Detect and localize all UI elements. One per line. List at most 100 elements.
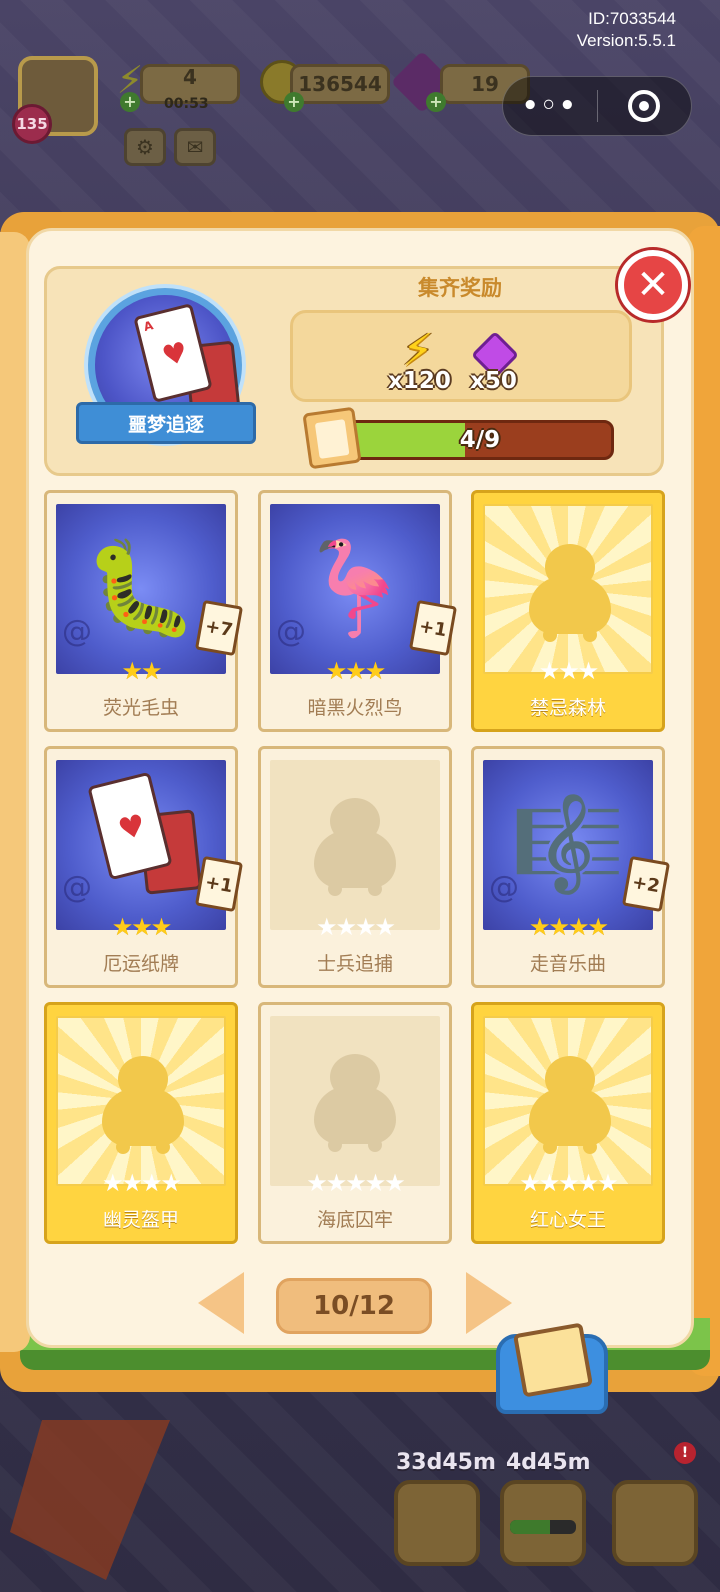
locked-silhouette-icon: [312, 798, 398, 898]
star-icon: ★: [111, 913, 133, 941]
card-name: 厄运纸牌: [102, 953, 179, 975]
card-rank-icon: A: [142, 318, 155, 335]
card-slot[interactable]: @ 🐛 ★★ 荧光毛虫 +7: [44, 490, 244, 732]
silhouette-foot: [368, 882, 382, 896]
locked-silhouette-icon: [100, 1056, 186, 1156]
card-slot[interactable]: ★★★ 禁忌森林: [471, 490, 665, 732]
playing-card-icon: A ♥: [133, 303, 213, 403]
collection-progress-text: 4/9: [459, 427, 501, 453]
card-slot[interactable]: @ 🦩 ★★★ 暗黑火烈鸟 +1: [258, 490, 458, 732]
card-stars: ★★★★★: [474, 1169, 662, 1197]
album-list-button[interactable]: [496, 1322, 608, 1414]
card-art: [56, 1016, 226, 1186]
bottom-scene: 33d45m 4d45m !: [0, 1380, 720, 1592]
user-id-text: ID:7033544: [588, 9, 676, 28]
silhouette-body: [529, 576, 611, 634]
event-timer-2: 4d45m: [506, 1450, 591, 1475]
silhouette-foot: [583, 628, 597, 642]
silhouette-foot: [543, 1140, 557, 1154]
star-icon: ★: [374, 913, 396, 941]
star-icon: ★: [568, 913, 589, 941]
star-icon: ★: [315, 913, 337, 941]
playing-card-icon: ♥: [87, 771, 173, 881]
star-icon: ★: [384, 1169, 405, 1197]
card-stars: ★★★: [261, 657, 449, 685]
page-indicator: 10/12: [276, 1278, 432, 1334]
event-ghost-icon[interactable]: [612, 1480, 698, 1566]
star-icon: ★: [160, 1169, 182, 1197]
silhouette-foot: [543, 628, 557, 642]
card-slot[interactable]: @ ♥ ★★★ 厄运纸牌 +1: [44, 746, 244, 988]
star-icon: ★: [364, 1169, 386, 1197]
card-slot[interactable]: ★★★★★ 红心女王: [471, 1002, 665, 1244]
card-slot[interactable]: ★★★★ 幽灵盔甲: [44, 1002, 238, 1244]
more-dots-icon: •◦•: [521, 91, 578, 121]
settings-gear-icon[interactable]: ⚙: [124, 128, 166, 166]
version-text: Version:5.5.1: [576, 31, 676, 50]
card-name: 禁忌森林: [529, 697, 606, 719]
mail-icon[interactable]: ✉: [174, 128, 216, 166]
card-envelope-icon: [512, 1322, 594, 1398]
card-slot[interactable]: ★★★★★ 海底囚牢: [258, 1002, 452, 1244]
star-icon: ★: [587, 913, 609, 941]
silhouette-foot: [583, 1140, 597, 1154]
coin-counter[interactable]: 136544: [290, 64, 390, 104]
silhouette-foot: [156, 1140, 170, 1154]
add-gems-icon[interactable]: +: [426, 92, 446, 112]
reward-title: 集齐奖励: [418, 276, 502, 300]
silhouette-foot: [328, 1138, 342, 1152]
card-art: [483, 1016, 653, 1186]
card-name: 士兵追捕: [316, 953, 393, 975]
card-name: 海底囚牢: [316, 1209, 393, 1231]
star-icon: ★: [577, 1169, 599, 1197]
card-stars: ★★★: [47, 913, 235, 941]
star-icon: ★: [345, 657, 366, 685]
card-name: 幽灵盔甲: [102, 1209, 179, 1231]
add-energy-icon[interactable]: +: [120, 92, 140, 112]
star-icon: ★: [558, 657, 579, 685]
star-icon: ★: [131, 913, 152, 941]
star-icon: ★: [101, 1169, 123, 1197]
silhouette-body: [102, 1088, 184, 1146]
player-level-badge: 135: [12, 104, 52, 144]
energy-timer: 00:53: [164, 96, 209, 112]
star-icon: ★: [577, 657, 599, 685]
card-slot[interactable]: @ 🎼 ★★★★ 走音乐曲 +2: [471, 746, 671, 988]
locked-silhouette-icon: [527, 1056, 613, 1156]
gem-value: 19: [471, 72, 499, 96]
star-icon: ★: [538, 657, 560, 685]
card-name: 红心女王: [529, 1209, 606, 1231]
album-emblem: A ♥ 噩梦追逐: [76, 284, 256, 454]
reward-panel: [290, 310, 632, 402]
duplicate-count-badge: +7: [194, 599, 244, 657]
swirl-icon: @: [62, 870, 92, 905]
card-slot[interactable]: ★★★★ 士兵追捕: [258, 746, 452, 988]
reward-gem-amount: x50: [470, 368, 517, 394]
more-options-button[interactable]: •◦•: [503, 77, 597, 135]
miniprogram-capsule: •◦•: [502, 76, 692, 136]
duplicate-count-badge: +1: [408, 599, 458, 657]
star-icon: ★: [121, 657, 142, 685]
notification-badge: !: [674, 1442, 696, 1464]
locked-silhouette-icon: [527, 544, 613, 644]
silhouette-foot: [368, 1138, 382, 1152]
star-icon: ★: [335, 913, 356, 941]
event-flower-icon[interactable]: [394, 1480, 480, 1566]
star-icon: ★: [141, 657, 162, 685]
card-stack-icon: [302, 406, 362, 470]
coin-value: 136544: [298, 72, 382, 96]
big-energy-bolt-icon[interactable]: [10, 1420, 170, 1580]
energy-bolt-icon: ⚡: [402, 325, 434, 376]
close-button[interactable]: ✕: [618, 250, 688, 320]
duplicate-count-badge: +1: [194, 855, 244, 913]
silhouette-body: [314, 1086, 396, 1144]
star-icon: ★: [538, 1169, 560, 1197]
exit-miniprogram-button[interactable]: [598, 77, 692, 135]
close-icon: ✕: [636, 262, 670, 308]
card-stars: ★★★★: [474, 913, 662, 941]
event-progress-fill: [510, 1520, 550, 1534]
card-stars: ★★★★: [261, 913, 449, 941]
add-coins-icon[interactable]: +: [284, 92, 304, 112]
album-name-ribbon: 噩梦追逐: [76, 402, 256, 444]
card-art: [483, 504, 653, 674]
